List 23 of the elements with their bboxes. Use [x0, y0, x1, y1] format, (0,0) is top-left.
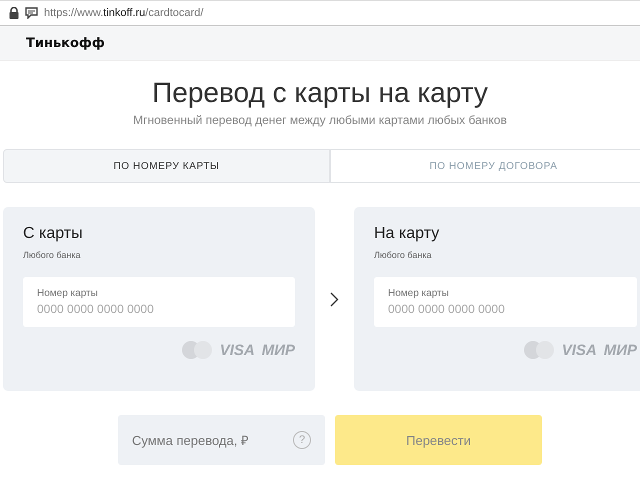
payment-logo: VISA: [220, 342, 255, 358]
mastercard-icon: [180, 340, 213, 360]
lock-icon: [9, 7, 19, 19]
page-title: Перевод с карты на карту: [151, 77, 489, 109]
card-number-field[interactable]: Номер карты 0000 0000 0000 0000: [374, 277, 637, 327]
card-title: С карты: [23, 225, 84, 243]
payment-logo: VISA: [562, 342, 597, 358]
tab[interactable]: ПО НОМЕРУ КАРТЫ: [3, 149, 330, 183]
payment-logo: МИР: [604, 342, 637, 358]
tab[interactable]: ПО НОМЕРУ ДОГОВОРА: [330, 149, 640, 183]
url-text: https://www.tinkoff.ru/cardtocard/: [44, 7, 204, 19]
card-number-field[interactable]: Номер карты 0000 0000 0000 0000: [23, 277, 295, 327]
brand-logo[interactable]: Тинькофф: [26, 36, 105, 50]
mastercard-icon: [522, 340, 555, 360]
card-title: На карту: [374, 225, 440, 243]
chevron-right-icon: [330, 292, 339, 306]
address-bar[interactable]: https://www.tinkoff.ru/cardtocard/: [0, 0, 640, 26]
page-subtitle: Мгновенный перевод денег между любыми картами любых банков: [132, 113, 508, 127]
chat-icon: [25, 7, 38, 19]
card-subtitle: Любого банка: [23, 250, 82, 260]
card-subtitle: Любого банка: [374, 250, 432, 260]
payment-logo: МИР: [262, 342, 295, 358]
amount-field[interactable]: Сумма перевода, ₽ ?: [118, 415, 325, 465]
